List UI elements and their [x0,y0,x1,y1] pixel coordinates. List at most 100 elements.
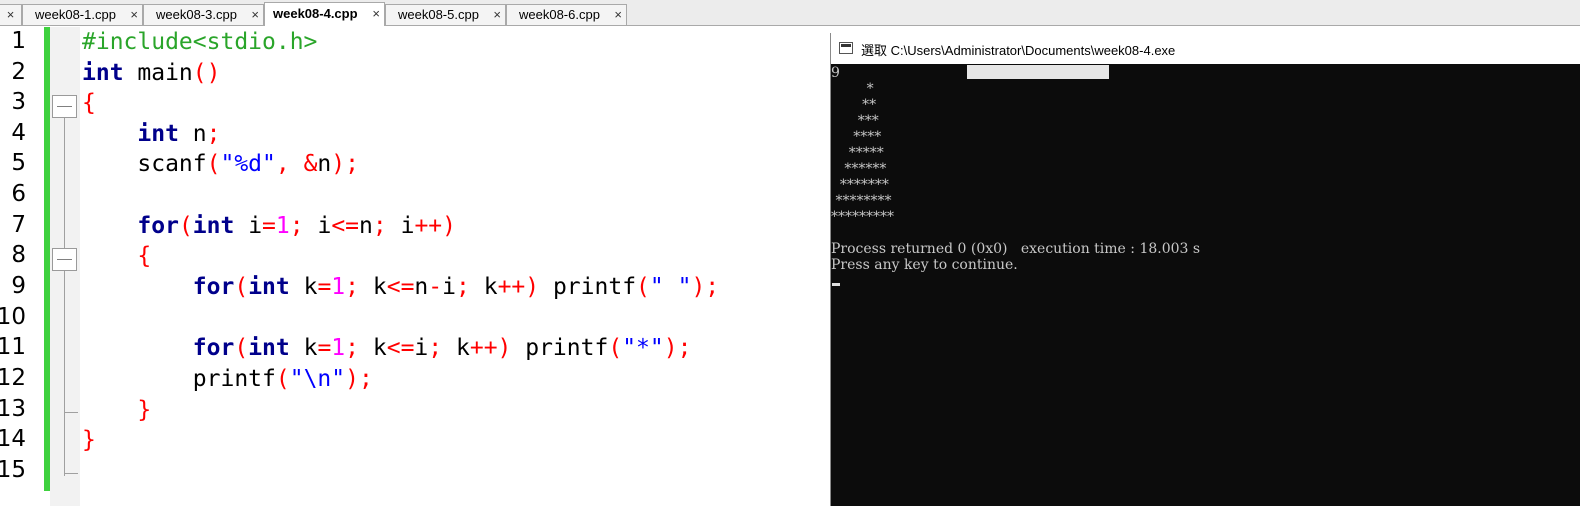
console-line: Process returned 0 (0x0) execution time … [831,241,1201,257]
code-token: i [414,335,429,361]
tab-week08-1[interactable]: week08-1.cpp × [22,4,143,25]
code-token: ; [289,213,304,239]
code-token: ( [234,335,249,361]
line-number-gutter[interactable]: 1 2 3 4 5 6 7 8 9 10 11 12 13 14 15 [0,27,44,506]
code-token: n [359,213,373,239]
code-line[interactable]: printf("\n"); [82,364,373,394]
code-token: k [289,335,318,361]
code-token: ++) [497,274,540,300]
code-line[interactable]: #include<stdio.h> [82,27,317,57]
console-line: Press any key to continue. [831,257,1018,273]
code-token: } [137,397,152,423]
console-line: ** [831,97,877,113]
console-line: *** [831,113,879,129]
code-token: = [317,335,332,361]
tab-close-icon[interactable]: × [130,5,138,24]
code-token: 1 [331,274,346,300]
line-number: 5 [11,150,26,176]
console-line: **** [831,129,882,145]
fold-collapse-icon[interactable] [52,248,77,271]
code-token: ; [372,213,387,239]
code-token: ; [428,335,443,361]
code-token: #include<stdio.h> [82,29,318,55]
code-token: = [317,274,332,300]
line-number: 7 [11,212,26,238]
code-line[interactable]: scanf("%d", &n); [82,149,359,179]
tab-label: week08-4.cpp [273,6,358,21]
tab-label: week08-3.cpp [156,7,237,22]
code-token: k [359,274,387,300]
code-line[interactable]: for(int k=1; k<=i; k++) printf("*"); [82,333,692,363]
code-token: k [289,274,318,300]
line-number: 4 [11,120,26,146]
code-token: i [442,274,456,300]
fold-collapse-icon[interactable] [52,95,77,118]
console-line: ****** [831,161,887,177]
tab-overflow-close-icon[interactable]: × [0,4,22,25]
line-number: 8 [11,242,26,268]
tab-close-icon[interactable]: × [251,5,259,24]
line-number: 1 [11,28,26,54]
code-token: { [82,90,96,116]
tab-week08-6[interactable]: week08-6.cpp × [506,4,627,25]
code-line[interactable]: int n; [82,119,220,149]
console-output[interactable]: 9 * ** *** **** ***** ****** ******* ***… [831,64,1580,506]
line-number: 10 [0,304,26,330]
code-token: for [192,274,235,300]
console-title: 選取 C:\Users\Administrator\Documents\week… [861,43,1176,58]
code-token: scanf [82,151,207,177]
code-line[interactable]: for(int k=1; k<=n-i; k++) printf(" "); [82,272,719,302]
code-token: " " [649,274,692,300]
tab-week08-5[interactable]: week08-5.cpp × [385,4,506,25]
code-line[interactable]: for(int i=1; i<=n; i++) [82,211,456,241]
console-app-icon [839,42,853,54]
line-number: 12 [0,365,26,391]
tab-week08-3[interactable]: week08-3.cpp × [143,4,264,25]
code-token: i [386,213,415,239]
fold-end-marker [64,473,78,474]
code-token: i [303,213,332,239]
code-line[interactable]: } [82,395,151,425]
code-token: printf [539,274,637,300]
console-window[interactable]: 選取 C:\Users\Administrator\Documents\week… [830,33,1580,506]
selection-highlight [967,65,1109,79]
code-token: ; [456,274,470,300]
code-line[interactable]: } [82,425,96,455]
code-token: { [137,243,152,269]
console-line: 9 [831,65,840,81]
code-token: k [359,335,387,361]
console-line: * [831,81,874,97]
code-token: "\n" [289,366,346,392]
code-line[interactable]: { [82,241,151,271]
tab-close-icon[interactable]: × [493,5,501,24]
code-token: printf [511,335,609,361]
console-scrollbar[interactable] [1569,64,1580,506]
code-token: 1 [331,335,346,361]
console-title-bar[interactable]: 選取 C:\Users\Administrator\Documents\week… [831,33,1580,64]
tab-label: week08-6.cpp [519,7,600,22]
code-token: int [192,213,235,239]
code-token: printf [82,366,276,392]
code-token: i [234,213,263,239]
code-editor[interactable]: 1 2 3 4 5 6 7 8 9 10 11 12 13 14 15 #inc… [0,27,830,506]
code-token: , & [275,151,318,177]
code-line[interactable]: { [82,88,96,118]
code-token: ( [275,366,290,392]
line-number: 3 [11,89,26,115]
fold-line [64,111,65,476]
tab-week08-4[interactable]: week08-4.cpp × [264,2,385,26]
code-token: <= [386,274,415,300]
text-cursor [832,283,840,286]
tab-close-icon[interactable]: × [614,5,622,24]
code-line[interactable]: int main() [82,58,221,88]
code-token: ++) [414,213,456,239]
console-line: ********* [831,209,894,225]
code-token: int [137,121,179,147]
tab-close-icon[interactable]: × [372,3,380,25]
code-token: "*" [622,335,664,361]
